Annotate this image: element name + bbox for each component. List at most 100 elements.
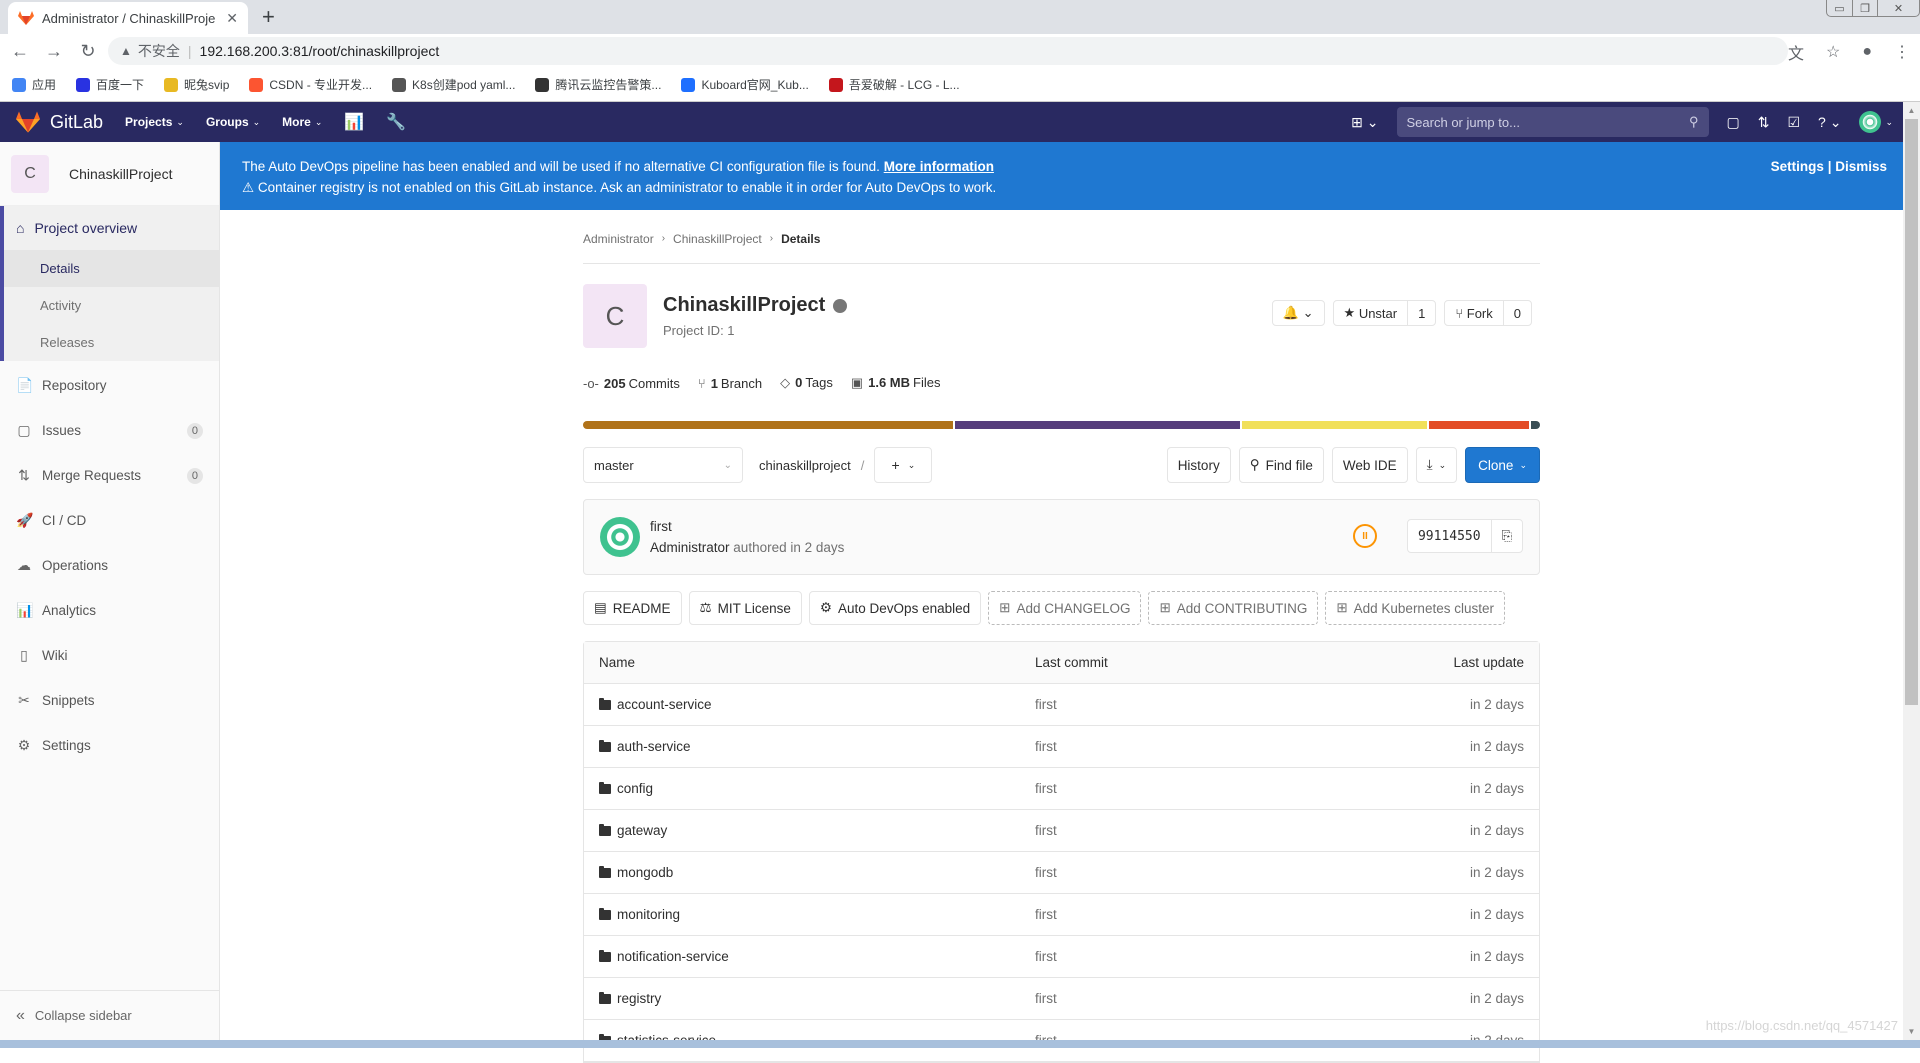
- clone-button[interactable]: Clone ⌄: [1465, 447, 1540, 483]
- file-last-commit[interactable]: first: [1035, 907, 1384, 922]
- activity-chart-icon[interactable]: 📊: [344, 112, 364, 132]
- quick-link-add-contributing[interactable]: ⊞ Add CONTRIBUTING: [1148, 591, 1319, 625]
- gitlab-home-link[interactable]: GitLab: [16, 111, 103, 133]
- language-segment[interactable]: [1241, 421, 1427, 429]
- breadcrumb-project[interactable]: ChinaskillProject: [673, 232, 762, 246]
- fork-button[interactable]: ⑂ Fork 0: [1444, 300, 1532, 326]
- commit-sha-value[interactable]: 99114550: [1408, 529, 1491, 544]
- translate-icon[interactable]: 文: [1788, 40, 1804, 64]
- file-last-commit[interactable]: first: [1035, 697, 1384, 712]
- tags-stat[interactable]: ◇ 0 Tags: [780, 375, 833, 391]
- scrollbar-thumb[interactable]: [1905, 119, 1918, 705]
- sidebar-item-merge-requests[interactable]: ⇅ Merge Requests 0: [0, 453, 219, 498]
- pipeline-paused-icon[interactable]: II: [1353, 524, 1377, 548]
- file-last-commit[interactable]: first: [1035, 781, 1384, 796]
- new-item-plus-icon[interactable]: ⊞ ⌄: [1351, 114, 1378, 131]
- file-row[interactable]: monitoring first in 2 days: [584, 894, 1539, 936]
- sidebar-item-wiki[interactable]: ▯ Wiki: [0, 633, 219, 678]
- menu-kebab-icon[interactable]: ⋮: [1894, 42, 1910, 62]
- star-button[interactable]: ★ Unstar 1: [1332, 300, 1437, 326]
- notification-button[interactable]: 🔔 ⌄: [1271, 300, 1325, 326]
- breadcrumb-administrator[interactable]: Administrator: [583, 232, 654, 246]
- file-row[interactable]: account-service first in 2 days: [584, 684, 1539, 726]
- fork-action[interactable]: ⑂ Fork: [1445, 301, 1502, 325]
- file-last-commit[interactable]: first: [1035, 949, 1384, 964]
- language-segment[interactable]: [1530, 421, 1540, 429]
- admin-wrench-icon[interactable]: 🔧: [386, 112, 406, 132]
- profile-icon[interactable]: ●: [1862, 43, 1872, 61]
- quick-link-mit-license[interactable]: ⚖ MIT License: [688, 591, 802, 625]
- commit-author-avatar[interactable]: [600, 517, 640, 557]
- close-window-icon[interactable]: ✕: [1877, 0, 1919, 16]
- file-last-commit[interactable]: first: [1035, 991, 1384, 1006]
- commit-title[interactable]: first: [650, 519, 844, 534]
- scroll-down-icon[interactable]: ▼: [1903, 1023, 1920, 1040]
- branch-selector[interactable]: master ⌄: [583, 447, 743, 483]
- language-segment[interactable]: [955, 421, 1240, 429]
- web-ide-button[interactable]: Web IDE: [1331, 447, 1408, 483]
- fork-count[interactable]: 0: [1502, 301, 1531, 325]
- file-row[interactable]: config first in 2 days: [584, 768, 1539, 810]
- sidebar-subitem-releases[interactable]: Releases: [4, 324, 219, 361]
- reload-icon[interactable]: ↻: [74, 41, 102, 62]
- history-button[interactable]: History: [1166, 447, 1231, 483]
- file-row[interactable]: registry first in 2 days: [584, 978, 1539, 1020]
- bookmark-item[interactable]: 昵兔svip: [164, 76, 229, 93]
- repo-path-root[interactable]: chinaskillproject: [759, 458, 851, 473]
- file-name-link[interactable]: auth-service: [617, 739, 691, 754]
- file-name-link[interactable]: config: [617, 781, 653, 796]
- groups-menu[interactable]: Groups ⌄: [206, 115, 260, 129]
- sidebar-item-issues[interactable]: ▢ Issues 0: [0, 408, 219, 453]
- search-input[interactable]: Search or jump to... ⚲: [1396, 107, 1709, 137]
- collapse-sidebar-button[interactable]: « Collapse sidebar: [0, 990, 220, 1040]
- sidebar-subitem-details[interactable]: Details: [4, 250, 219, 287]
- sidebar-subitem-activity[interactable]: Activity: [4, 287, 219, 324]
- unstar-button[interactable]: ★ Unstar: [1334, 301, 1408, 325]
- file-row[interactable]: mongodb first in 2 days: [584, 852, 1539, 894]
- file-name-link[interactable]: gateway: [617, 823, 667, 838]
- quick-link-add-kubernetes-cluster[interactable]: ⊞ Add Kubernetes cluster: [1325, 591, 1505, 625]
- sidebar-item-repository[interactable]: 📄 Repository: [0, 363, 219, 408]
- file-name-link[interactable]: account-service: [617, 697, 712, 712]
- file-name-link[interactable]: registry: [617, 991, 661, 1006]
- file-name-link[interactable]: mongodb: [617, 865, 673, 880]
- breadcrumb-details[interactable]: Details: [781, 232, 820, 246]
- user-menu[interactable]: ⌄: [1859, 111, 1893, 133]
- projects-menu[interactable]: Projects ⌄: [125, 115, 184, 129]
- commit-author[interactable]: Administrator: [650, 540, 730, 555]
- bookmark-item[interactable]: K8s创建pod yaml...: [392, 76, 515, 93]
- files-stat[interactable]: ▣ 1.6 MB Files: [851, 375, 941, 391]
- file-name-link[interactable]: notification-service: [617, 949, 729, 964]
- scroll-up-icon[interactable]: ▲: [1903, 102, 1920, 119]
- issues-icon[interactable]: ▢: [1727, 114, 1740, 131]
- file-name-link[interactable]: monitoring: [617, 907, 680, 922]
- sidebar-item-settings[interactable]: ⚙ Settings: [0, 723, 219, 768]
- sidebar-item-operations[interactable]: ☁ Operations: [0, 543, 219, 588]
- page-scrollbar[interactable]: ▲ ▼: [1903, 102, 1920, 1040]
- forward-icon[interactable]: →: [40, 41, 68, 62]
- close-tab-icon[interactable]: ✕: [226, 10, 238, 27]
- repository-languages-bar[interactable]: [583, 421, 1540, 429]
- bookmark-star-icon[interactable]: ☆: [1826, 42, 1840, 62]
- sidebar-item-ci-cd[interactable]: 🚀 CI / CD: [0, 498, 219, 543]
- back-icon[interactable]: ←: [6, 41, 34, 62]
- sidebar-item-snippets[interactable]: ✂ Snippets: [0, 678, 219, 723]
- file-row[interactable]: gateway first in 2 days: [584, 810, 1539, 852]
- quick-link-add-changelog[interactable]: ⊞ Add CHANGELOG: [988, 591, 1142, 625]
- banner-settings-link[interactable]: Settings: [1771, 159, 1824, 174]
- branches-stat[interactable]: ⑂ 1 Branch: [698, 376, 762, 391]
- banner-dismiss-link[interactable]: Dismiss: [1835, 159, 1887, 174]
- todos-icon[interactable]: ☑: [1787, 114, 1800, 131]
- restore-icon[interactable]: ❐: [1852, 0, 1877, 16]
- bookmark-item[interactable]: 吾爱破解 - LCG - L...: [828, 76, 960, 93]
- language-segment[interactable]: [1428, 421, 1529, 429]
- file-row[interactable]: notification-service first in 2 days: [584, 936, 1539, 978]
- sidebar-item-project-overview[interactable]: ⌂ Project overview: [4, 206, 219, 250]
- sidebar-project-header[interactable]: C ChinaskillProject: [0, 142, 219, 206]
- download-button[interactable]: ⤓ ⌄: [1415, 447, 1458, 483]
- new-tab-icon[interactable]: +: [262, 4, 275, 30]
- language-segment[interactable]: [583, 421, 954, 429]
- copy-sha-icon[interactable]: ⎘: [1490, 520, 1522, 552]
- quick-link-auto-devops-enabled[interactable]: ⚙ Auto DevOps enabled: [808, 591, 982, 625]
- file-row[interactable]: auth-service first in 2 days: [584, 726, 1539, 768]
